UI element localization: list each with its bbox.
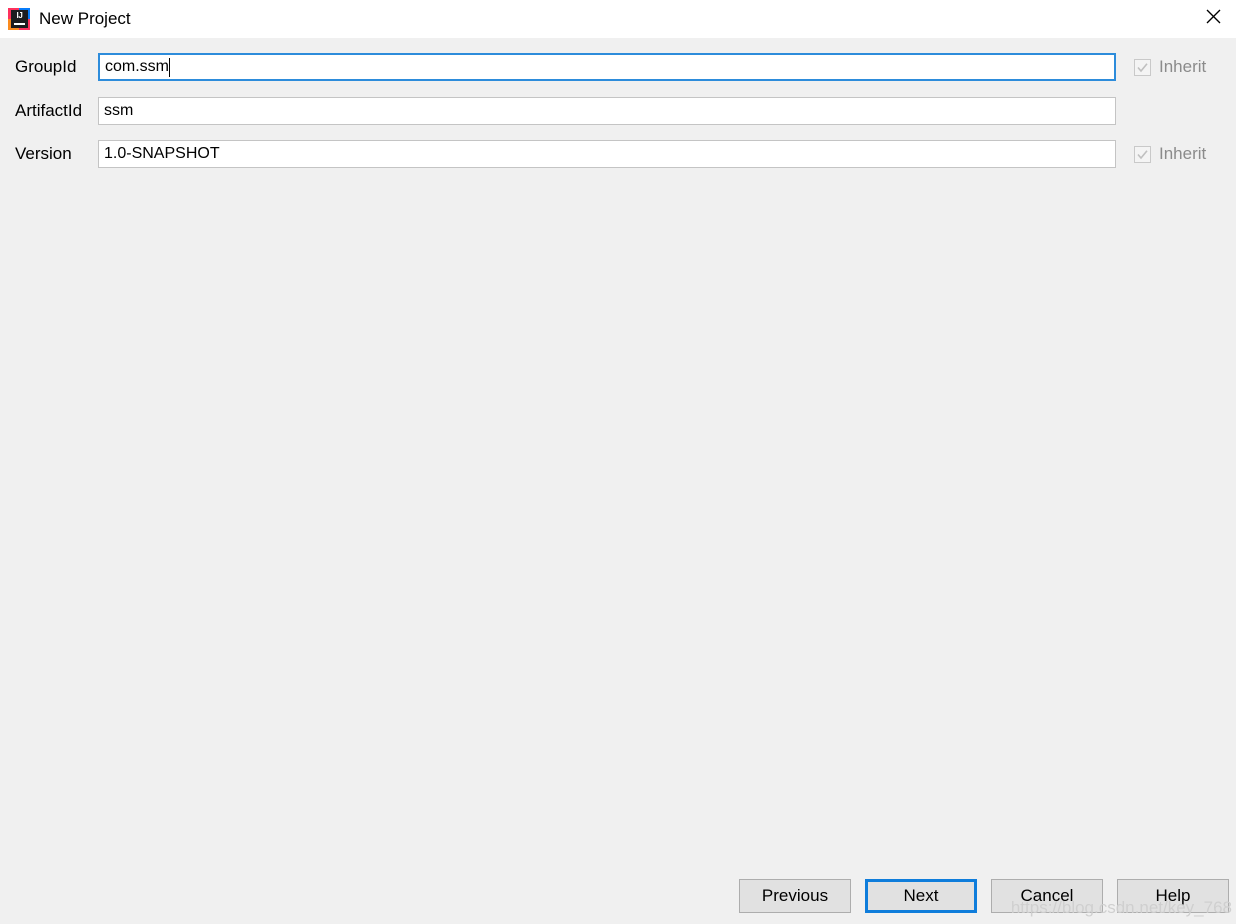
- checkmark-icon: [1134, 58, 1151, 76]
- artifactid-label: ArtifactId: [15, 101, 83, 120]
- window-title: New Project: [39, 9, 131, 28]
- groupid-input[interactable]: com.ssm: [98, 53, 1116, 81]
- text-caret: [169, 57, 170, 77]
- groupid-input-value: com.ssm: [105, 58, 169, 75]
- version-input[interactable]: [98, 140, 1116, 168]
- next-button[interactable]: Next: [865, 879, 977, 913]
- artifactid-input[interactable]: [98, 97, 1116, 125]
- version-label: Version: [15, 144, 72, 163]
- intellij-idea-icon: IJ: [8, 8, 30, 30]
- form-row-groupid: GroupId com.ssm Inherit: [0, 52, 1236, 82]
- close-icon[interactable]: [1190, 0, 1236, 32]
- previous-button[interactable]: Previous: [739, 879, 851, 913]
- form-row-version: Version Inherit: [0, 139, 1236, 169]
- dialog-content: GroupId com.ssm Inherit ArtifactId Versi…: [0, 38, 1236, 924]
- form-row-artifactid: ArtifactId: [0, 96, 1236, 126]
- groupid-inherit-label: Inherit: [1159, 57, 1207, 76]
- cancel-button[interactable]: Cancel: [991, 879, 1103, 913]
- window-titlebar: IJ New Project: [0, 0, 1236, 38]
- groupid-label: GroupId: [15, 57, 77, 76]
- checkmark-icon: [1134, 145, 1151, 163]
- version-inherit-label: Inherit: [1159, 144, 1207, 163]
- dialog-button-bar: Previous Next Cancel Help: [0, 876, 1236, 916]
- help-button[interactable]: Help: [1117, 879, 1229, 913]
- version-inherit-checkbox[interactable]: Inherit: [1134, 144, 1206, 164]
- groupid-inherit-checkbox[interactable]: Inherit: [1134, 57, 1206, 77]
- app-icon-label: IJ: [16, 11, 23, 20]
